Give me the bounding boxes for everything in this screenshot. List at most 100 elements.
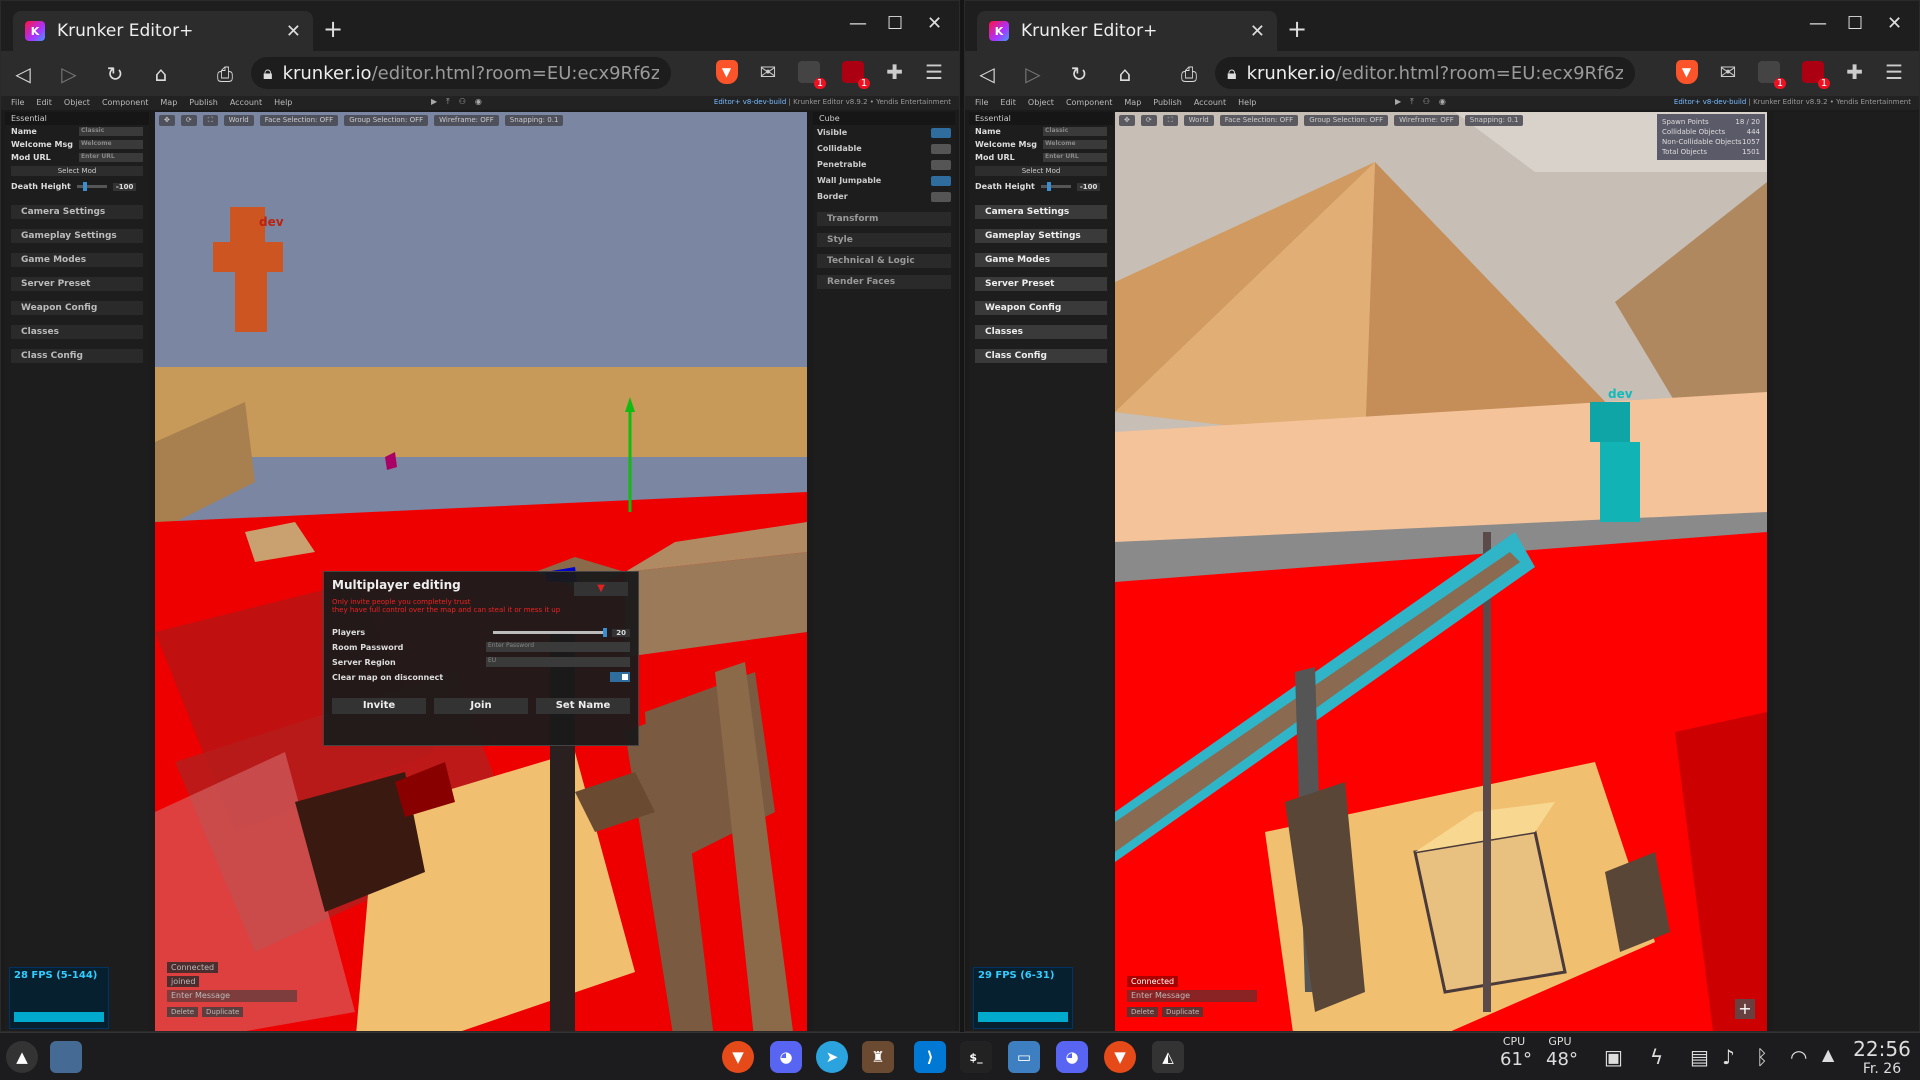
clock-time[interactable]: 22:56 [1850, 1037, 1914, 1061]
section-weapon-config[interactable]: Weapon Config [975, 301, 1107, 315]
back-icon[interactable]: ◁ [975, 62, 999, 86]
mail-icon[interactable]: ✉ [1720, 60, 1737, 84]
terminal-taskbar-icon[interactable]: $_ [960, 1041, 992, 1073]
invite-button[interactable]: Invite [332, 698, 426, 714]
snapping-toggle[interactable]: Snapping: 0.1 [1464, 115, 1524, 126]
maximize-button[interactable]: ☐ [887, 13, 903, 34]
bookmark-icon[interactable]: ⎙ [213, 62, 237, 86]
spawn-icon[interactable]: ⤒ [446, 97, 450, 107]
new-tab-button[interactable]: + [1287, 15, 1307, 43]
menu-file[interactable]: File [975, 98, 988, 108]
select-mod-button[interactable]: Select Mod [11, 166, 143, 176]
delete-button[interactable]: Delete [1127, 1007, 1158, 1017]
room-password-input[interactable]: Enter Password [486, 642, 630, 652]
extension-icon[interactable]: 1 [798, 61, 827, 89]
name-input[interactable]: Classic [1043, 127, 1107, 136]
brave-taskbar-icon-2[interactable]: ▼ [1104, 1041, 1136, 1073]
move-tool-icon[interactable]: ✥ [159, 115, 175, 126]
section-render-faces[interactable]: Render Faces [817, 275, 951, 289]
snapping-toggle[interactable]: Snapping: 0.1 [504, 115, 564, 126]
vscode-taskbar-icon[interactable]: ⟩ [914, 1041, 946, 1073]
tray-expand-icon[interactable]: ▲ [1822, 1045, 1834, 1064]
play-icon[interactable]: ▶ [1395, 97, 1401, 107]
welcome-input[interactable]: Welcome [1043, 140, 1107, 149]
set-name-button[interactable]: Set Name [536, 698, 630, 714]
app-launcher-icon[interactable]: ▲ [6, 1041, 38, 1073]
players-value[interactable]: 20 [612, 628, 630, 637]
menu-map[interactable]: Map [160, 98, 177, 108]
telegram-taskbar-icon[interactable]: ➤ [816, 1041, 848, 1073]
home-icon[interactable]: ⌂ [149, 62, 173, 86]
tab-close-icon[interactable]: ✕ [286, 21, 301, 42]
brave-shields-icon[interactable]: ▼ [1675, 60, 1698, 84]
section-camera-settings[interactable]: Camera Settings [975, 205, 1107, 219]
browser-tab[interactable]: K Krunker Editor+ ✕ [977, 11, 1277, 51]
border-toggle[interactable] [931, 192, 951, 202]
clear-map-checkbox[interactable] [610, 672, 630, 682]
menu-help[interactable]: Help [274, 98, 292, 108]
section-game-modes[interactable]: Game Modes [11, 253, 143, 267]
menu-map[interactable]: Map [1124, 98, 1141, 108]
section-server-preset[interactable]: Server Preset [975, 277, 1107, 291]
back-icon[interactable]: ◁ [11, 62, 35, 86]
bookmark-icon[interactable]: ⎙ [1177, 62, 1201, 86]
section-gameplay-settings[interactable]: Gameplay Settings [975, 229, 1107, 243]
rotate-tool-icon[interactable]: ⟳ [1140, 115, 1157, 126]
section-classes[interactable]: Classes [975, 325, 1107, 339]
spawn-icon[interactable]: ⤒ [1410, 97, 1414, 107]
chat-input[interactable]: Enter Message [167, 990, 297, 1002]
visible-toggle[interactable] [931, 128, 951, 138]
brave-shields-icon[interactable]: ▼ [715, 60, 738, 84]
group-selection-toggle[interactable]: Group Selection: OFF [1304, 115, 1389, 126]
menu-account[interactable]: Account [230, 98, 262, 108]
ublock-icon[interactable]: 1 [1802, 61, 1831, 89]
menu-object[interactable]: Object [1028, 98, 1054, 108]
section-transform[interactable]: Transform [817, 212, 951, 226]
clipboard-icon[interactable]: ▤ [1690, 1045, 1709, 1069]
ublock-icon[interactable]: 1 [842, 61, 871, 89]
select-mod-button[interactable]: Select Mod [975, 166, 1107, 176]
puzzle-icon[interactable]: ✚ [886, 60, 903, 84]
settings-icon[interactable]: ◉ [475, 97, 482, 107]
multiplayer-icon[interactable]: ⚇ [1423, 97, 1430, 107]
death-height-slider[interactable] [1040, 182, 1071, 191]
forward-icon[interactable]: ▷ [57, 62, 81, 86]
menu-help[interactable]: Help [1238, 98, 1256, 108]
discord-taskbar-icon-2[interactable]: ◕ [1056, 1041, 1088, 1073]
menu-object[interactable]: Object [64, 98, 90, 108]
dialog-close-icon[interactable]: ▼ [574, 582, 628, 596]
section-server-preset[interactable]: Server Preset [11, 277, 143, 291]
face-selection-toggle[interactable]: Face Selection: OFF [1219, 115, 1299, 126]
move-tool-icon[interactable]: ✥ [1119, 115, 1135, 126]
game-taskbar-icon[interactable]: ♜ [862, 1041, 894, 1073]
address-bar[interactable]: 🔒︎ krunker.io/editor.html?room=EU:ecx9Rf… [251, 57, 671, 89]
face-selection-toggle[interactable]: Face Selection: OFF [259, 115, 339, 126]
section-weapon-config[interactable]: Weapon Config [11, 301, 143, 315]
close-window-button[interactable]: ✕ [1887, 13, 1902, 34]
add-object-button[interactable]: + [1735, 999, 1755, 1019]
mod-url-input[interactable]: Enter URL [79, 153, 143, 162]
menu-publish[interactable]: Publish [1153, 98, 1182, 108]
duplicate-button[interactable]: Duplicate [1162, 1007, 1204, 1017]
section-gameplay-settings[interactable]: Gameplay Settings [11, 229, 143, 243]
rotate-tool-icon[interactable]: ⟳ [180, 115, 197, 126]
menu-edit[interactable]: Edit [1000, 98, 1016, 108]
tab-close-icon[interactable]: ✕ [1250, 21, 1265, 42]
section-class-config[interactable]: Class Config [11, 349, 143, 363]
name-input[interactable]: Classic [79, 127, 143, 136]
files-taskbar-icon[interactable]: ▭ [1008, 1041, 1040, 1073]
death-height-slider[interactable] [76, 182, 107, 191]
section-classes[interactable]: Classes [11, 325, 143, 339]
extension-icon[interactable]: 1 [1758, 61, 1787, 89]
discord-taskbar-icon[interactable]: ◕ [770, 1041, 802, 1073]
menu-icon[interactable]: ☰ [1885, 60, 1903, 84]
duplicate-button[interactable]: Duplicate [202, 1007, 244, 1017]
scale-tool-icon[interactable]: ⛶ [1162, 115, 1178, 126]
world-toggle[interactable]: World [223, 115, 254, 126]
minimize-button[interactable]: — [1809, 13, 1827, 34]
settings-icon[interactable]: ◉ [1439, 97, 1446, 107]
wireframe-toggle[interactable]: Wireframe: OFF [434, 115, 499, 126]
play-icon[interactable]: ▶ [431, 97, 437, 107]
section-game-modes[interactable]: Game Modes [975, 253, 1107, 267]
menu-component[interactable]: Component [102, 98, 148, 108]
